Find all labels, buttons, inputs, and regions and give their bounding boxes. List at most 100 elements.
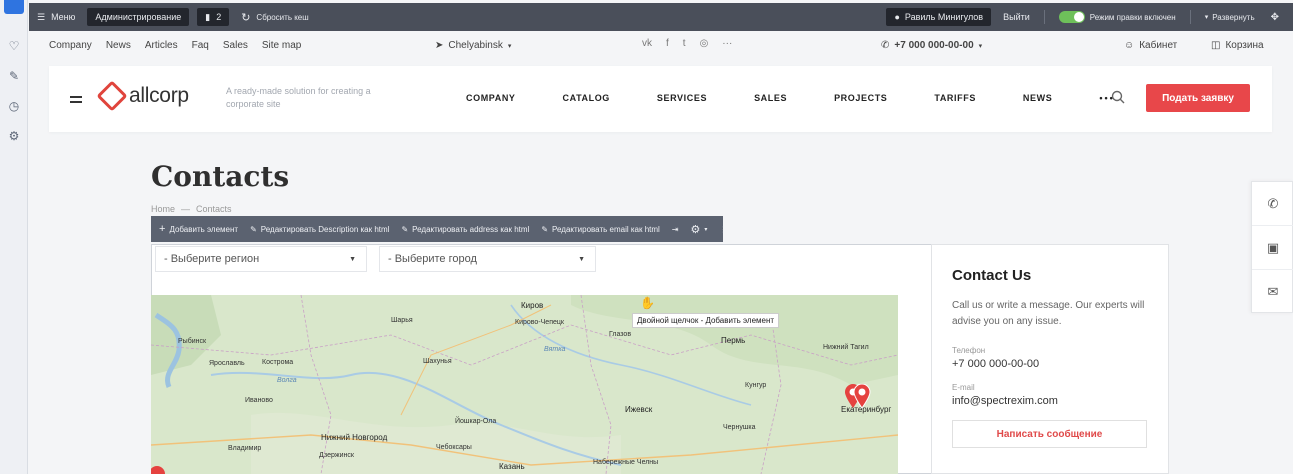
map[interactable]: Киров Кирово-Чепецк Шарья Глазов Пермь Н… [151,295,898,474]
site-header: allcorp A ready-made solution for creati… [49,66,1272,132]
breadcrumb: Home — Contacts [151,204,232,214]
edit-description-button[interactable]: ✎ Редактировать Description как html [250,225,389,234]
cart-link[interactable]: ◫ Корзина [1211,40,1264,51]
tagline: A ready-made solution for creating a cor… [226,86,371,109]
collapse-icon[interactable]: ⇥ [672,225,679,234]
cart-icon: ◫ [1211,40,1221,51]
email-value[interactable]: info@spectrexim.com [952,395,1148,407]
mail-icon[interactable]: ✉ [1252,270,1293,314]
map-pin-icon[interactable] [843,384,873,410]
clock-icon[interactable]: ◷ [6,98,22,114]
top-link-articles[interactable]: Articles [145,40,178,51]
logo[interactable]: allcorp [96,80,189,112]
notifications-button[interactable]: ▮ 2 [197,8,230,26]
map-label: Киров [521,301,544,310]
book-icon: ▮ [205,11,211,22]
pencil-icon: ✎ [541,224,549,234]
map-label: Пермь [721,336,746,345]
map-label: Ижевск [625,405,653,414]
search-icon[interactable] [1111,90,1125,104]
pencil-icon: ✎ [401,224,409,234]
page-title: Contacts [151,160,290,193]
menu-item-projects[interactable]: PROJECTS [834,93,887,103]
settings-gear-icon[interactable]: ⚙ ▾ [691,223,708,236]
region-select[interactable]: - Выберите регион ▼ [155,246,367,272]
city-selector[interactable]: ➤ Chelyabinsk ▾ [435,40,511,51]
menu-item-company[interactable]: COMPANY [466,93,516,103]
instagram-icon[interactable]: ◎ [700,38,709,49]
contact-card: Contact Us Call us or write a message. O… [931,244,1169,474]
gear-icon[interactable]: ⚙ [6,128,22,144]
edit-email-button[interactable]: ✎ Редактировать email как html [541,225,660,234]
contact-description: Call us or write a message. Our experts … [952,300,1145,327]
edit-mode-toggle[interactable]: Режим правки включен [1051,3,1184,31]
menu-item-news[interactable]: NEWS [1023,93,1052,103]
expand-button[interactable]: ▾ Развернуть [1197,3,1263,31]
vk-icon[interactable]: vk [642,38,652,49]
top-link-faq[interactable]: Faq [192,40,209,51]
facebook-icon[interactable]: f [666,38,669,49]
pin-icon[interactable]: ✥ [1263,3,1293,31]
top-link-news[interactable]: News [106,40,131,51]
user-button[interactable]: ● Равиль Минигулов [886,8,992,26]
reset-cache-button[interactable]: ↻ Сбросить кеш [233,3,316,31]
more-icon[interactable]: ··· [722,38,732,49]
map-label: Чебоксары [436,444,472,451]
burger-menu-icon[interactable] [70,96,82,103]
location-icon: ➤ [435,40,444,51]
heart-icon[interactable]: ♡ [6,38,22,54]
top-link-sales[interactable]: Sales [223,40,248,51]
menu-item-catalog[interactable]: CATALOG [563,93,610,103]
map-label: Йошкар-Ола [455,418,497,425]
cabinet-link[interactable]: ☺ Кабинет [1124,40,1177,51]
map-pin-icon[interactable] [151,465,167,474]
divider [1043,10,1045,24]
phone-value[interactable]: +7 000 000-00-00 [952,358,1148,370]
logo-text: allcorp [129,84,189,107]
floating-actions: ✆ ▣ ✉ [1251,181,1293,313]
pencil-icon: ✎ [250,224,257,234]
menu-item-sales[interactable]: SALES [754,93,787,103]
email-label: E-mail [952,383,975,392]
chat-icon[interactable]: ▣ [1252,226,1293,270]
left-sidebar: ♡ ✎ ◷ ⚙ [0,0,28,474]
logout-button[interactable]: Выйти [995,3,1038,31]
map-label: Набережные Челны [593,459,659,466]
twitter-icon[interactable]: t [683,38,686,49]
write-message-button[interactable]: Написать сообщение [952,420,1147,448]
map-label: Владимир [228,445,262,452]
edit-icon[interactable]: ✎ [6,68,22,84]
breadcrumb-home[interactable]: Home [151,204,175,214]
breadcrumb-separator: — [181,204,191,214]
caret-down-icon: ▼ [578,255,585,263]
top-link-company[interactable]: Company [49,40,92,51]
caret-down-icon: ▼ [349,255,356,263]
menu-item-services[interactable]: SERVICES [657,93,707,103]
menu-item-tariffs[interactable]: TARIFFS [934,93,976,103]
city-select[interactable]: - Выберите город ▼ [379,246,596,272]
app-tab-icon[interactable] [4,0,24,14]
map-label: Ярославль [209,360,245,367]
map-label: Нижний Тагил [823,344,869,351]
menu-button[interactable]: ☰ Меню [29,3,83,31]
drag-handle-icon[interactable]: ⋮ [719,225,727,234]
chevron-down-icon: ▾ [507,42,512,50]
add-element-button[interactable]: + Добавить элемент [159,223,238,235]
map-label: Глазов [609,331,632,338]
logo-mark-icon [96,80,128,112]
cursor-hand-icon: ✋ [640,296,655,310]
map-label: Дзержинск [319,452,354,459]
top-link-sitemap[interactable]: Site map [262,40,301,51]
submit-request-button[interactable]: Подать заявку [1146,84,1250,112]
phone-icon: ✆ [881,40,890,51]
refresh-icon: ↻ [241,11,251,24]
divider [1189,10,1191,24]
toggle-switch[interactable] [1058,11,1085,23]
edit-address-button[interactable]: ✎ Редактировать address как html [401,225,529,234]
phone-selector[interactable]: ✆ +7 000 000-00-00 ▾ [881,40,982,51]
administration-button[interactable]: Администрирование [87,8,190,26]
user-icon: ☺ [1124,40,1135,51]
map-label: Шахунья [423,358,452,365]
callback-icon[interactable]: ✆ [1252,182,1293,226]
top-nav: Company News Articles Faq Sales Site map… [29,36,1293,58]
